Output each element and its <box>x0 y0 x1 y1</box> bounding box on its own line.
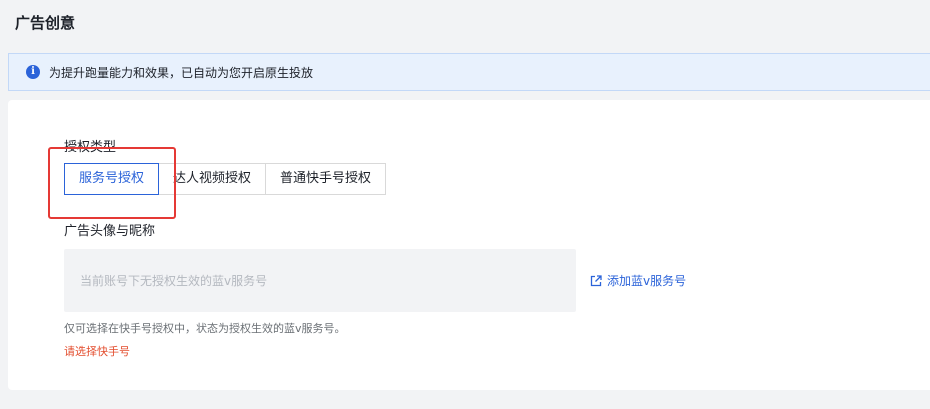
service-account-select[interactable]: 当前账号下无授权生效的蓝v服务号 <box>64 249 576 312</box>
auth-type-tabs: 服务号授权 达人视频授权 普通快手号授权 <box>64 163 387 195</box>
add-blue-v-service-account-link[interactable]: 添加蓝v服务号 <box>589 272 686 289</box>
tab-kuaishou-account-auth[interactable]: 普通快手号授权 <box>265 163 387 195</box>
creative-form-card: 授权类型 服务号授权 达人视频授权 普通快手号授权 广告头像与昵称 当前账号下无… <box>8 100 930 390</box>
external-link-icon <box>590 274 602 286</box>
validation-error: 请选择快手号 <box>64 345 130 358</box>
service-account-select-placeholder: 当前账号下无授权生效的蓝v服务号 <box>80 274 268 288</box>
tab-service-account-auth[interactable]: 服务号授权 <box>64 163 160 195</box>
info-banner: i 为提升跑量能力和效果，已自动为您开启原生投放 <box>8 53 930 91</box>
add-link-label: 添加蓝v服务号 <box>607 274 687 288</box>
info-banner-text: 为提升跑量能力和效果，已自动为您开启原生投放 <box>49 66 314 80</box>
avatar-nickname-label: 广告头像与昵称 <box>64 224 156 239</box>
helper-text: 仅可选择在快手号授权中，状态为授权生效的蓝v服务号。 <box>64 322 346 335</box>
page-title: 广告创意 <box>15 14 76 32</box>
info-icon: i <box>26 65 40 79</box>
page-header: 广告创意 <box>0 0 930 46</box>
